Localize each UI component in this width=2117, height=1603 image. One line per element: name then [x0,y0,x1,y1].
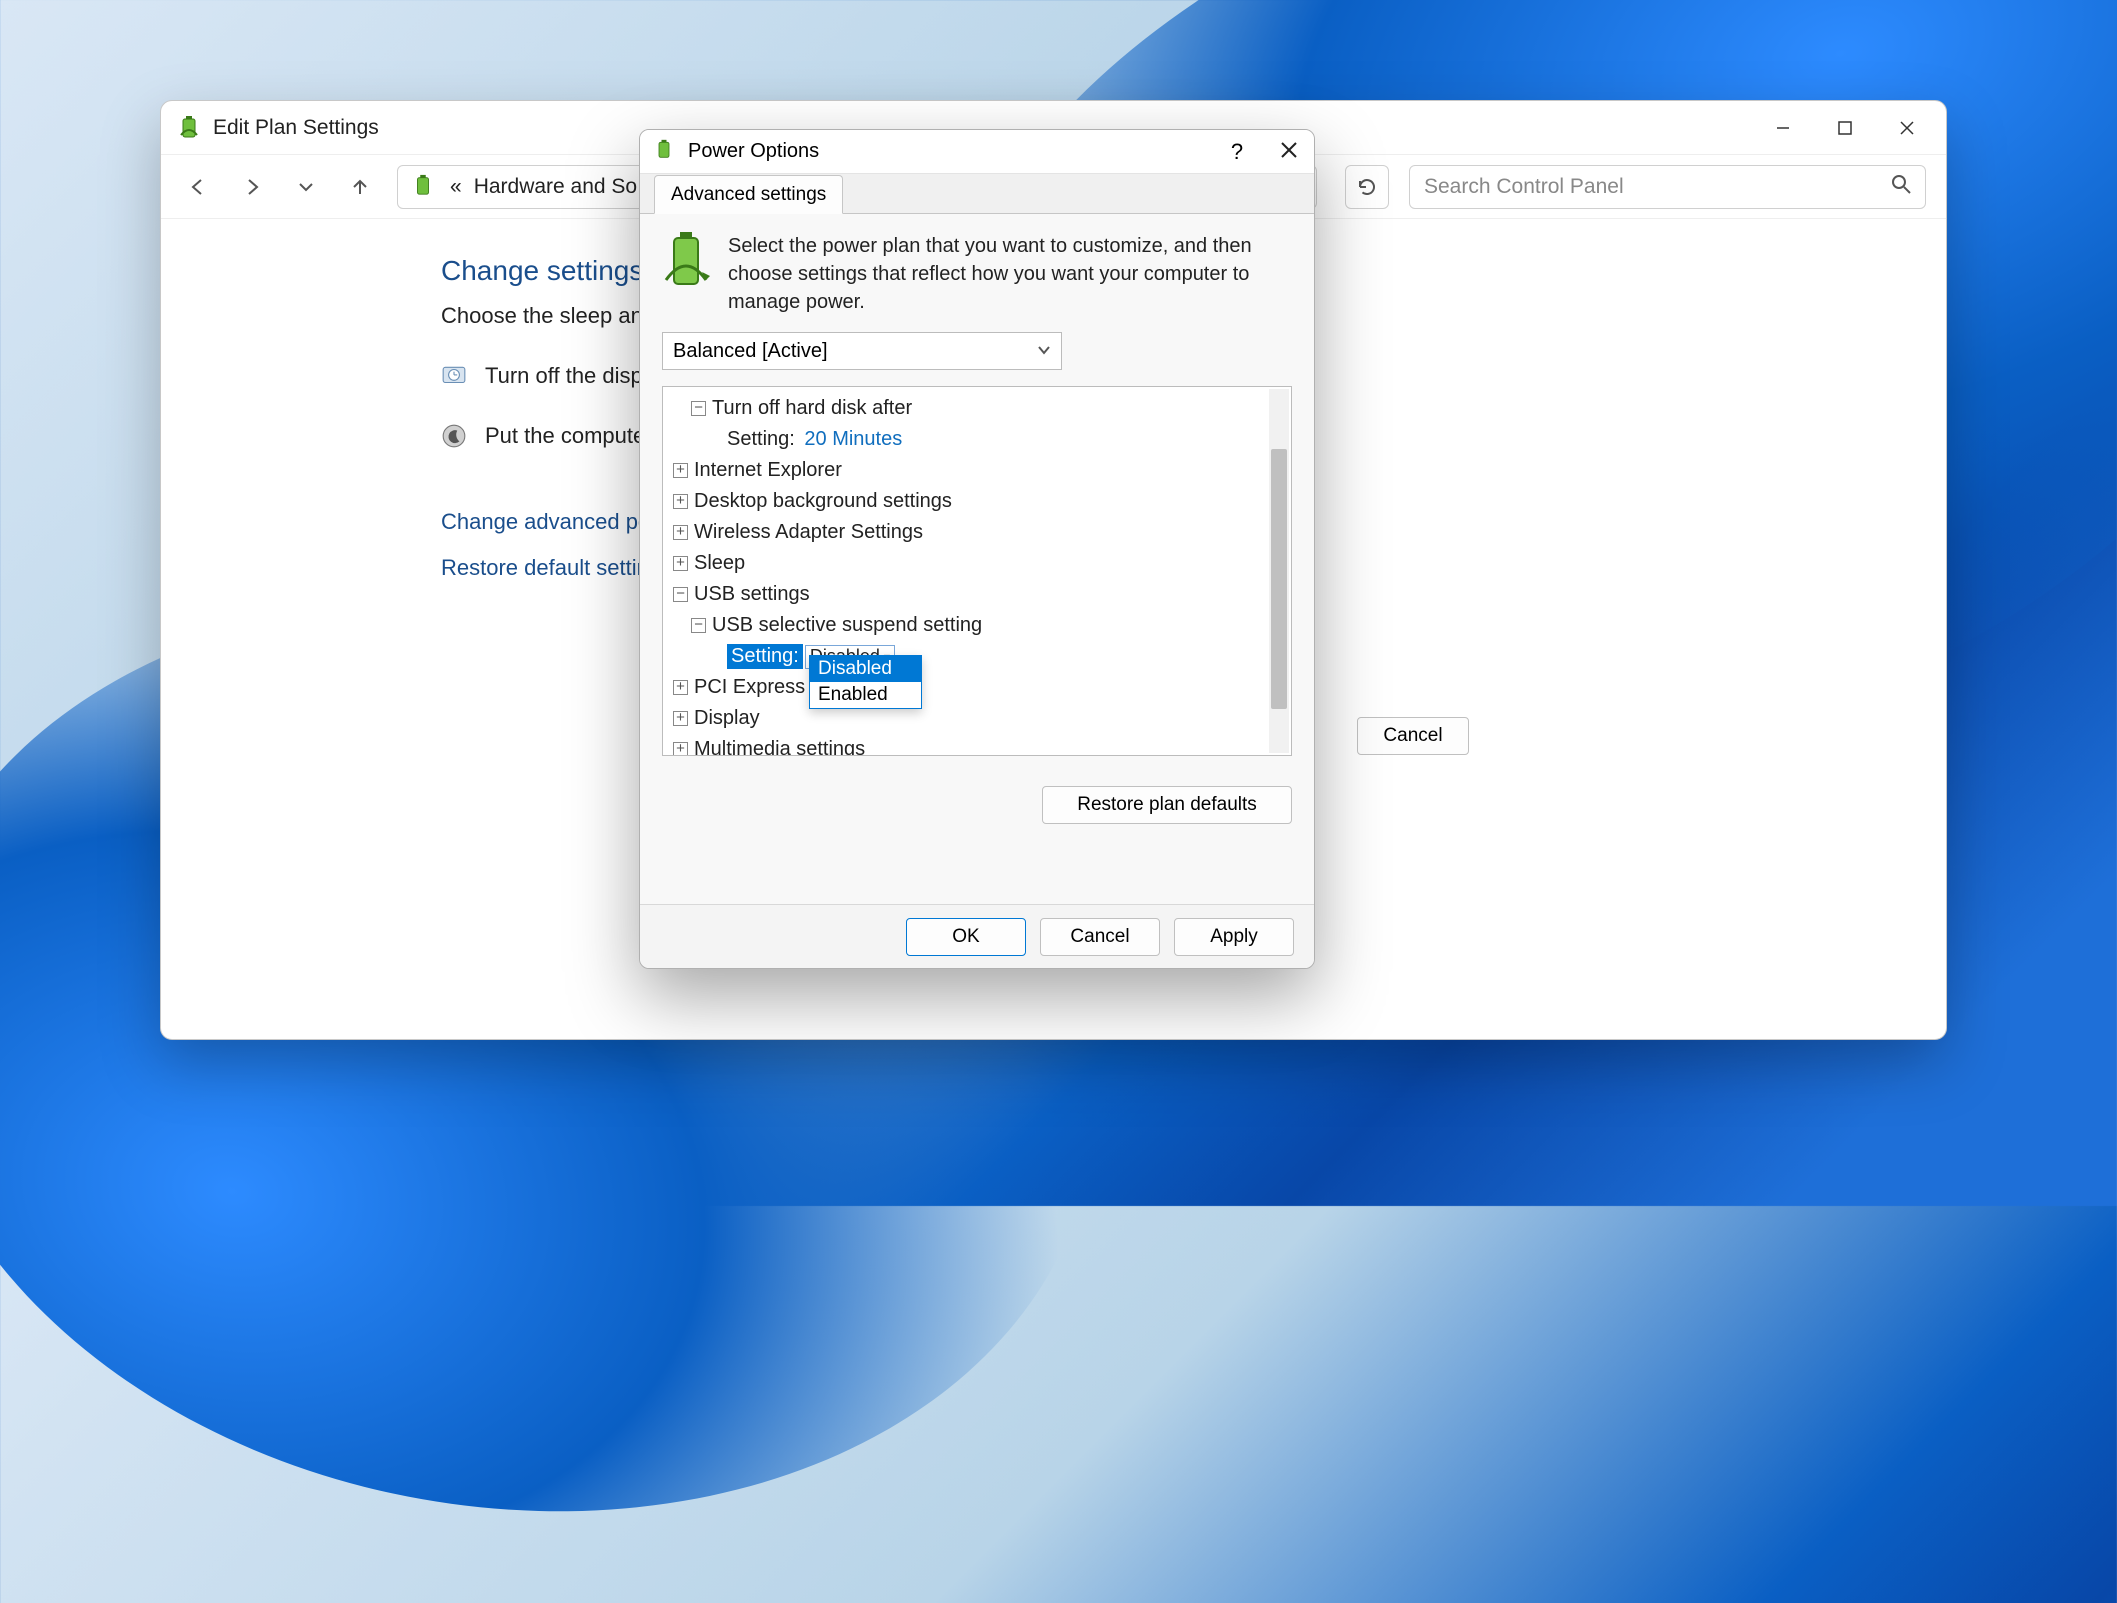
tree-label: Desktop background settings [694,490,952,513]
forward-button[interactable] [235,170,269,204]
search-icon [1891,174,1911,200]
breadcrumb-separator: « [450,175,462,199]
expand-icon[interactable]: + [673,556,688,571]
ok-button[interactable]: OK [906,918,1026,956]
power-plan-value: Balanced [Active] [673,340,828,363]
power-options-dialog: Power Options ? Advanced settings Select… [639,129,1315,969]
tree-node-usb-setting[interactable]: Setting: Disabled ▾ [721,641,1287,672]
chevron-down-icon [1037,340,1051,363]
tree-label: Internet Explorer [694,459,842,482]
parent-cancel-wrap: Cancel [1357,717,1469,755]
scrollbar-thumb[interactable] [1271,449,1287,709]
usb-setting-dropdown[interactable]: Disabled Enabled [809,655,922,709]
tab-advanced-settings[interactable]: Advanced settings [654,175,843,214]
search-input[interactable]: Search Control Panel [1409,165,1926,209]
breadcrumb[interactable]: Hardware and So [474,175,637,199]
cancel-button[interactable]: Cancel [1040,918,1160,956]
tree-node-desktop-bg[interactable]: + Desktop background settings [667,486,1287,517]
tree-node-usb-suspend[interactable]: − USB selective suspend setting [685,610,1287,641]
dialog-intro-text: Select the power plan that you want to c… [728,232,1292,316]
put-computer-sleep-label: Put the compute [485,423,645,449]
cancel-button[interactable]: Cancel [1357,717,1469,755]
tab-strip: Advanced settings [640,174,1314,214]
tree-node-display[interactable]: + Display [667,703,1287,734]
power-plan-select[interactable]: Balanced [Active] [662,332,1062,370]
tree-node-sleep[interactable]: + Sleep [667,548,1287,579]
tree-node-ie[interactable]: + Internet Explorer [667,455,1287,486]
tree-setting-value[interactable]: 20 Minutes [804,428,902,451]
tree-node-hdd-setting[interactable]: Setting: 20 Minutes [721,424,1287,455]
search-placeholder: Search Control Panel [1424,175,1624,199]
help-button[interactable]: ? [1222,139,1252,165]
battery-large-icon [662,232,710,288]
monitor-clock-icon [441,363,467,389]
refresh-button[interactable] [1345,165,1389,209]
tree-label: USB settings [694,583,810,606]
expand-icon[interactable]: + [673,742,688,756]
tree-node-wireless[interactable]: + Wireless Adapter Settings [667,517,1287,548]
maximize-button[interactable] [1814,106,1876,150]
battery-icon [654,139,680,165]
collapse-icon[interactable]: − [673,587,688,602]
collapse-icon[interactable]: − [691,618,706,633]
dialog-titlebar: Power Options ? [640,130,1314,174]
up-button[interactable] [343,170,377,204]
dialog-title: Power Options [688,140,819,163]
scrollbar[interactable] [1269,389,1289,753]
tree-label: Sleep [694,552,745,575]
restore-defaults-button[interactable]: Restore plan defaults [1042,786,1292,824]
expand-icon[interactable]: + [673,463,688,478]
tree-node-pci[interactable]: + PCI Express [667,672,1287,703]
tree-node-usb[interactable]: − USB settings [667,579,1287,610]
expand-icon[interactable]: + [673,525,688,540]
collapse-icon[interactable]: − [691,401,706,416]
close-button[interactable] [1274,139,1304,165]
recent-button[interactable] [289,170,323,204]
expand-icon[interactable]: + [673,680,688,695]
tree-setting-label-selected: Setting: [727,644,803,669]
battery-icon [412,174,438,200]
close-button[interactable] [1876,106,1938,150]
tree-node-hdd[interactable]: − Turn off hard disk after [685,393,1287,424]
sleep-moon-icon [441,423,467,449]
dialog-footer: OK Cancel Apply [640,904,1314,968]
tree-label: Multimedia settings [694,738,865,756]
tree-label: PCI Express [694,676,805,699]
expand-icon[interactable]: + [673,711,688,726]
tree-label: USB selective suspend setting [712,614,982,637]
turn-off-display-label: Turn off the disp [485,363,643,389]
back-button[interactable] [181,170,215,204]
expand-icon[interactable]: + [673,494,688,509]
tree-label: Wireless Adapter Settings [694,521,923,544]
tree-setting-label: Setting: [727,428,795,451]
window-title: Edit Plan Settings [213,116,379,140]
tree-node-multimedia[interactable]: + Multimedia settings [667,734,1287,756]
settings-tree[interactable]: − Turn off hard disk after Setting: 20 M… [662,386,1292,756]
apply-button[interactable]: Apply [1174,918,1294,956]
battery-icon [177,115,203,141]
tree-label: Display [694,707,760,730]
dropdown-option-enabled[interactable]: Enabled [810,682,921,708]
minimize-button[interactable] [1752,106,1814,150]
tree-label: Turn off hard disk after [712,397,912,420]
dropdown-option-disabled[interactable]: Disabled [810,656,921,682]
